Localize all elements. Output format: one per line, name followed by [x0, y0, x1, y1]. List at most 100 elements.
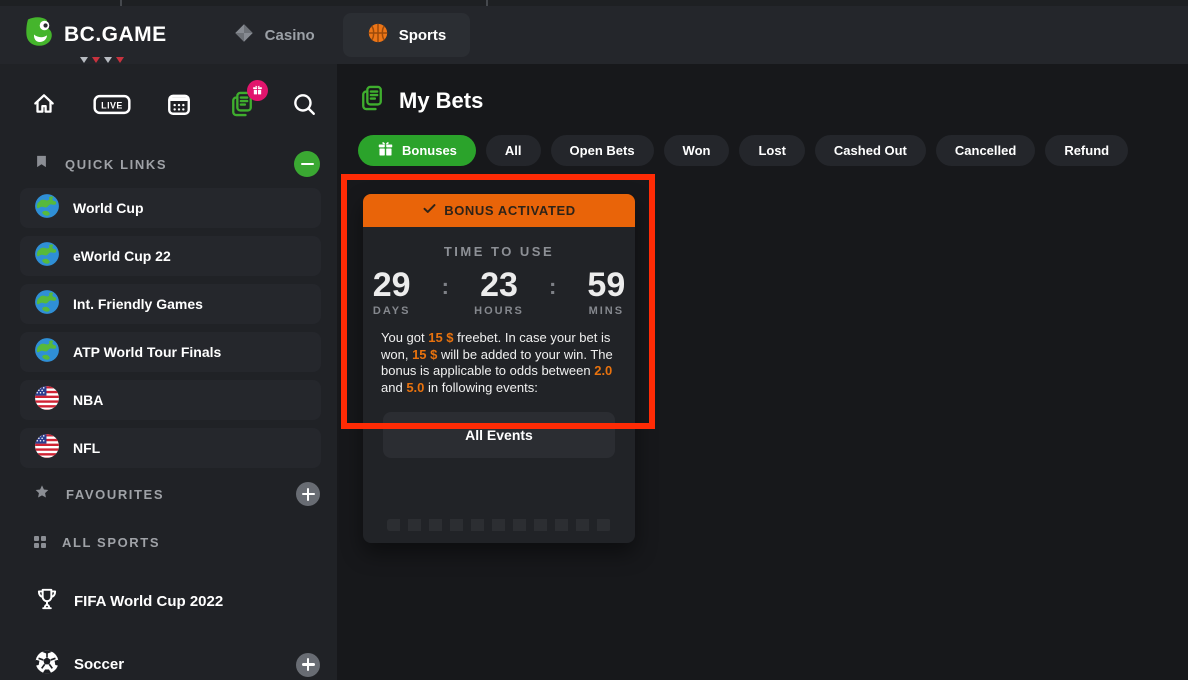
sidebar: LIVE QUICK LINKS [0, 64, 337, 680]
filter-all[interactable]: All [486, 135, 541, 166]
sidebar-item-atp-world-tour-finals[interactable]: ATP World Tour Finals [20, 332, 321, 372]
sidebar-item-label: Soccer [74, 656, 124, 673]
soccer-ball-icon [34, 649, 60, 680]
sidebar-item-fifa-world-cup-2022[interactable]: FIFA World Cup 2022 [0, 586, 337, 617]
tab-casino-label: Casino [265, 27, 315, 44]
calendar-icon[interactable] [166, 91, 192, 117]
my-bets-icon[interactable] [228, 90, 256, 118]
bookmark-icon [34, 154, 49, 174]
globe-icon [34, 193, 60, 224]
plus-icon [302, 658, 315, 671]
quick-links-list: World Cup eWorld Cup 22 Int. Friendly Ga… [0, 188, 337, 468]
filter-refund[interactable]: Refund [1045, 135, 1128, 166]
star-icon [34, 484, 50, 505]
timer-separator: : [549, 274, 556, 300]
grid-icon [34, 536, 46, 548]
timer-days: 29 DAYS [364, 267, 420, 317]
sidebar-item-nfl[interactable]: NFL [20, 428, 321, 468]
globe-icon [34, 289, 60, 320]
favourites-header: FAVOURITES [0, 480, 337, 508]
win-amount: 15 $ [412, 347, 437, 362]
timer-days-value: 29 [364, 267, 420, 303]
bonus-countdown-timer: 29 DAYS : 23 HOURS : 59 MINS [363, 267, 635, 317]
filter-label: Cashed Out [834, 143, 907, 158]
live-icon[interactable]: LIVE [93, 91, 131, 118]
expand-soccer-button[interactable] [296, 653, 320, 677]
sidebar-icon-nav: LIVE [0, 82, 337, 126]
bonus-status-banner: BONUS ACTIVATED [363, 194, 635, 227]
minus-icon [301, 163, 314, 166]
us-flag-icon [34, 433, 60, 464]
bonus-card: BONUS ACTIVATED TIME TO USE 29 DAYS : 23… [363, 194, 635, 543]
tab-sports[interactable]: Sports [343, 13, 471, 57]
sidebar-item-eworld-cup-22[interactable]: eWorld Cup 22 [20, 236, 321, 276]
filter-lost[interactable]: Lost [739, 135, 804, 166]
home-icon[interactable] [31, 91, 57, 117]
odds-max: 5.0 [406, 380, 424, 395]
bonus-description: You got 15 $ freebet. In case your bet i… [381, 330, 617, 396]
bet-filter-chips: Bonuses All Open Bets Won Lost Cashed Ou… [358, 135, 1188, 166]
filter-label: Bonuses [402, 143, 457, 158]
sidebar-item-label: ATP World Tour Finals [73, 344, 221, 360]
sidebar-item-label: FIFA World Cup 2022 [74, 593, 223, 610]
globe-icon [34, 241, 60, 272]
filter-label: Lost [758, 143, 785, 158]
bonus-status-label: BONUS ACTIVATED [444, 203, 576, 218]
sidebar-item-soccer[interactable]: Soccer [0, 649, 337, 680]
page-title-row: My Bets [358, 84, 1188, 117]
filter-label: Refund [1064, 143, 1109, 158]
sidebar-item-nba[interactable]: NBA [20, 380, 321, 420]
globe-icon [34, 337, 60, 368]
search-icon[interactable] [291, 91, 317, 117]
quick-links-header: QUICK LINKS [0, 150, 337, 178]
gift-icon [377, 141, 394, 161]
freebet-amount: 15 $ [428, 330, 453, 345]
bcgame-logo-icon [22, 15, 58, 56]
filter-cashed-out[interactable]: Cashed Out [815, 135, 926, 166]
tab-sports-label: Sports [399, 27, 447, 44]
timer-hours: 23 HOURS [471, 267, 527, 317]
timer-hours-value: 23 [471, 267, 527, 303]
tab-casino[interactable]: Casino [233, 22, 315, 48]
sidebar-item-world-cup[interactable]: World Cup [20, 188, 321, 228]
odds-min: 2.0 [594, 363, 612, 378]
main-content: My Bets Bonuses All Open Bets Won Lost C… [337, 64, 1188, 680]
sidebar-item-label: NFL [73, 440, 100, 456]
sidebar-item-label: Int. Friendly Games [73, 296, 203, 312]
filter-bonuses[interactable]: Bonuses [358, 135, 476, 166]
check-icon [422, 201, 437, 221]
plus-icon [302, 488, 315, 501]
sidebar-item-int-friendly-games[interactable]: Int. Friendly Games [20, 284, 321, 324]
collapse-quick-links-button[interactable] [294, 151, 320, 177]
timer-mins: 59 MINS [578, 267, 634, 317]
top-navigation-bar: BC.GAME Casino Sports [0, 6, 1188, 64]
filter-label: Open Bets [570, 143, 635, 158]
timer-mins-value: 59 [578, 267, 634, 303]
logo-text: BC.GAME [64, 23, 167, 47]
filter-won[interactable]: Won [664, 135, 730, 166]
logo-bunting-decoration [80, 57, 124, 63]
all-events-button[interactable]: All Events [383, 412, 615, 458]
filter-label: Won [683, 143, 711, 158]
filter-open-bets[interactable]: Open Bets [551, 135, 654, 166]
favourites-title: FAVOURITES [66, 487, 164, 502]
page-title: My Bets [399, 88, 483, 114]
add-favourite-button[interactable] [296, 482, 320, 506]
quick-links-title: QUICK LINKS [65, 157, 167, 172]
basketball-icon [367, 22, 389, 48]
timer-hours-label: HOURS [471, 305, 527, 317]
bcgame-logo[interactable]: BC.GAME [22, 15, 167, 56]
all-sports-header: ALL SPORTS [0, 528, 337, 556]
sidebar-item-label: eWorld Cup 22 [73, 248, 171, 264]
timer-days-label: DAYS [364, 305, 420, 317]
filter-label: Cancelled [955, 143, 1016, 158]
all-sports-title: ALL SPORTS [62, 535, 160, 550]
filter-cancelled[interactable]: Cancelled [936, 135, 1035, 166]
timer-separator: : [442, 274, 449, 300]
gift-badge [247, 80, 268, 101]
sidebar-item-label: NBA [73, 392, 103, 408]
trophy-icon [34, 586, 60, 617]
sidebar-item-label: World Cup [73, 200, 144, 216]
bet-slips-icon [358, 84, 386, 117]
window-top-strip [0, 0, 1188, 6]
